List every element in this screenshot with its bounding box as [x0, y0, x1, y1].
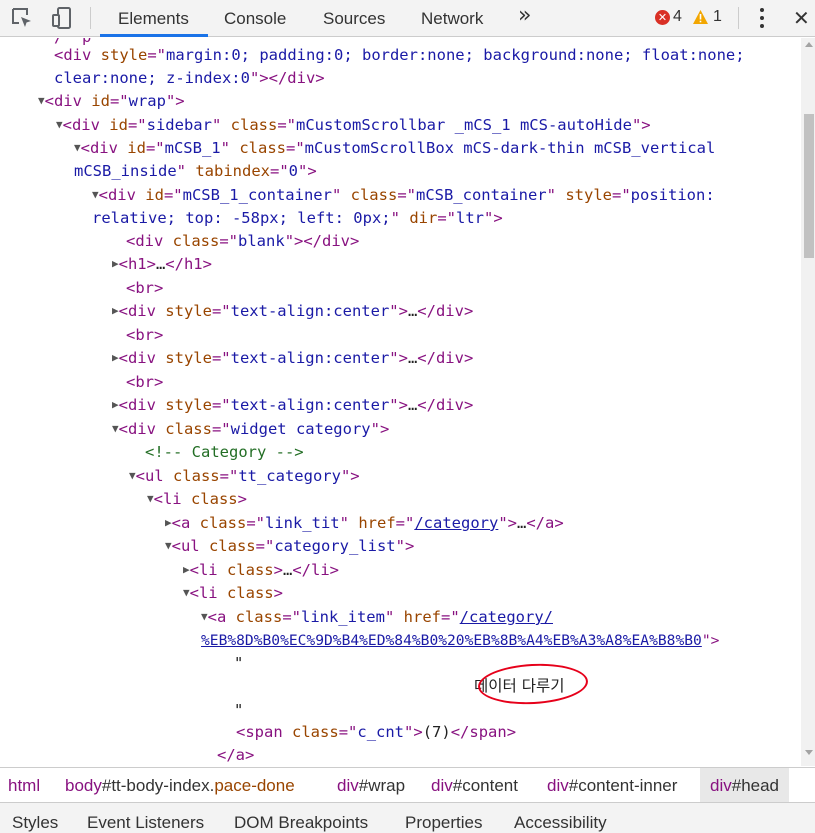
- collapse-triangle-icon[interactable]: ▼: [92, 188, 99, 201]
- dom-node[interactable]: <div style="margin:0; padding:0; border:…: [54, 44, 745, 67]
- collapse-triangle-icon[interactable]: ▼: [129, 469, 136, 482]
- tab-elements[interactable]: Elements: [118, 0, 189, 36]
- dom-node-li[interactable]: ▼<li class>: [183, 582, 283, 605]
- dom-node-wrap[interactable]: ▼<div id="wrap">: [38, 90, 185, 113]
- collapse-triangle-icon[interactable]: ▼: [56, 118, 63, 131]
- collapse-triangle-icon[interactable]: ▼: [38, 94, 45, 107]
- dom-node-container[interactable]: ▼<div id="mCSB_1_container" class="mCSB_…: [92, 184, 715, 207]
- toolbar-divider: [90, 7, 91, 29]
- breadcrumb-body[interactable]: body#tt-body-index.pace-done: [65, 768, 295, 802]
- breadcrumb-content-inner[interactable]: div#content-inner: [547, 768, 677, 802]
- dom-node-div-center[interactable]: ▶<div style="text-align:center">…</div>: [112, 300, 473, 323]
- dom-node-br[interactable]: <br>: [126, 324, 163, 347]
- scroll-down-arrow-icon[interactable]: [805, 750, 813, 755]
- dom-tree: / p <div style="margin:0; padding:0; bor…: [0, 38, 800, 766]
- tab-event-listeners[interactable]: Event Listeners: [87, 803, 204, 833]
- dom-node-category-list[interactable]: ▼<ul class="category_list">: [165, 535, 414, 558]
- collapse-triangle-icon[interactable]: ▼: [74, 141, 81, 154]
- collapse-triangle-icon[interactable]: ▼: [147, 492, 154, 505]
- href-link[interactable]: /category/: [460, 608, 553, 626]
- collapse-triangle-icon[interactable]: ▼: [183, 586, 190, 599]
- dom-node-close-a[interactable]: </a>: [217, 744, 254, 766]
- text-node-quote[interactable]: ": [234, 699, 243, 722]
- dom-node-link-item[interactable]: ▼<a class="link_item" href="/category/: [201, 606, 553, 629]
- tab-properties[interactable]: Properties: [405, 803, 482, 833]
- dom-node-li[interactable]: ▼<li class>: [147, 488, 247, 511]
- collapse-triangle-icon[interactable]: ▼: [112, 422, 119, 435]
- more-tabs-button[interactable]: »: [518, 3, 532, 28]
- href-link[interactable]: %EB%8D%B0%EC%9D%B4%ED%84%B0%20%EB%8B%A4%…: [201, 632, 702, 649]
- dom-node-blank[interactable]: <div class="blank"></div>: [126, 230, 359, 253]
- scrollbar-thumb[interactable]: [804, 114, 814, 258]
- dom-node-ul[interactable]: ▼<ul class="tt_category">: [129, 465, 360, 488]
- devtools-toolbar: Elements Console Sources Network » ✕ 4 1…: [0, 0, 815, 37]
- close-icon[interactable]: ✕: [793, 6, 810, 30]
- text-node-quote[interactable]: ": [234, 652, 243, 675]
- expand-triangle-icon[interactable]: ▶: [112, 351, 119, 364]
- dom-node-br[interactable]: <br>: [126, 277, 163, 300]
- dom-node-span-cnt[interactable]: <span class="c_cnt">(7)</span>: [236, 721, 516, 744]
- warning-icon[interactable]: [692, 9, 709, 25]
- expand-triangle-icon[interactable]: ▶: [165, 516, 172, 529]
- dom-node-comment[interactable]: <!-- Category -->: [145, 441, 304, 464]
- tab-console[interactable]: Console: [224, 0, 286, 36]
- warning-count[interactable]: 1: [713, 8, 722, 26]
- dom-node-br[interactable]: <br>: [126, 371, 163, 394]
- tab-sources[interactable]: Sources: [323, 0, 385, 36]
- dom-node-div-center[interactable]: ▶<div style="text-align:center">…</div>: [112, 394, 473, 417]
- breadcrumb-html[interactable]: html: [8, 768, 40, 802]
- href-link[interactable]: /category: [414, 514, 498, 532]
- dom-node-sidebar[interactable]: ▼<div id="sidebar" class="mCustomScrollb…: [56, 114, 651, 137]
- dom-node-h1[interactable]: ▶<h1>…</h1>: [112, 253, 212, 276]
- collapse-triangle-icon[interactable]: ▼: [165, 539, 172, 552]
- expand-triangle-icon[interactable]: ▶: [183, 563, 190, 576]
- expand-triangle-icon[interactable]: ▶: [112, 304, 119, 317]
- dom-node-mcsb[interactable]: ▼<div id="mCSB_1" class="mCustomScrollBo…: [74, 137, 715, 160]
- dom-node[interactable]: clear:none; z-index:0"></div>: [54, 67, 325, 90]
- more-options-icon[interactable]: [760, 8, 764, 32]
- dom-node-widget[interactable]: ▼<div class="widget category">: [112, 418, 389, 441]
- active-tab-indicator: [100, 34, 208, 37]
- sidebar-pane-tabs: Styles Event Listeners DOM Breakpoints P…: [0, 803, 815, 833]
- dom-node-link-item-cont[interactable]: %EB%8D%B0%EC%9D%B4%ED%84%B0%20%EB%8B%A4%…: [201, 629, 719, 652]
- error-count[interactable]: 4: [673, 8, 682, 26]
- tab-network[interactable]: Network: [421, 0, 483, 36]
- toolbar-divider: [738, 7, 739, 29]
- device-toggle-icon[interactable]: [50, 6, 74, 30]
- breadcrumb: html body#tt-body-index.pace-done div#wr…: [0, 767, 815, 803]
- expand-triangle-icon[interactable]: ▶: [112, 257, 119, 270]
- tab-dom-breakpoints[interactable]: DOM Breakpoints: [234, 803, 368, 833]
- error-icon[interactable]: ✕: [655, 10, 670, 25]
- collapse-triangle-icon[interactable]: ▼: [201, 610, 208, 623]
- breadcrumb-head[interactable]: div#head: [700, 768, 790, 802]
- dom-node-div-center[interactable]: ▶<div style="text-align:center">…</div>: [112, 347, 473, 370]
- tab-styles[interactable]: Styles: [12, 803, 58, 833]
- dom-node-container-cont[interactable]: relative; top: -58px; left: 0px;" dir="l…: [92, 207, 503, 230]
- breadcrumb-wrap[interactable]: div#wrap: [337, 768, 405, 802]
- dom-node-li[interactable]: ▶<li class>…</li>: [183, 559, 339, 582]
- breadcrumb-content[interactable]: div#content: [431, 768, 518, 802]
- tab-accessibility[interactable]: Accessibility: [514, 803, 607, 833]
- inspect-element-icon[interactable]: [10, 6, 34, 30]
- dom-node-link-tit[interactable]: ▶<a class="link_tit" href="/category">…<…: [165, 512, 564, 535]
- scroll-up-arrow-icon[interactable]: [805, 42, 813, 47]
- dom-node-mcsb-cont[interactable]: mCSB_inside" tabindex="0">: [74, 160, 317, 183]
- expand-triangle-icon[interactable]: ▶: [112, 398, 119, 411]
